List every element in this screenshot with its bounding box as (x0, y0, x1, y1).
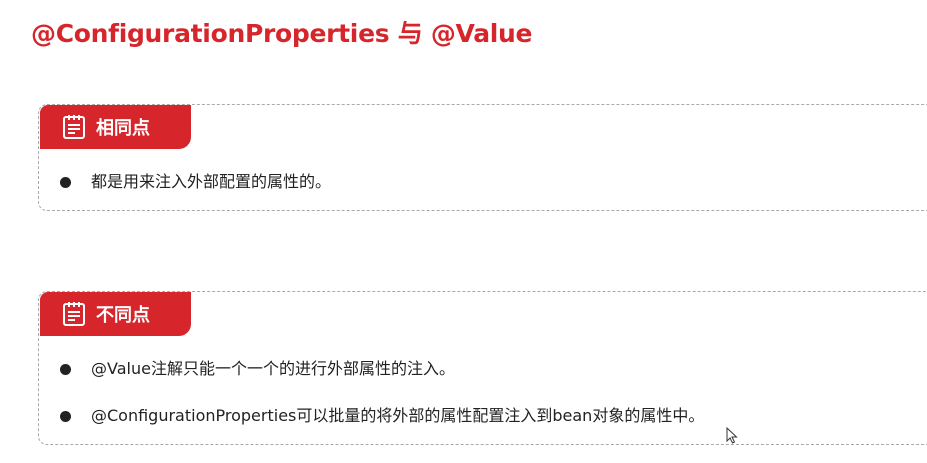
differences-label: 不同点 (96, 305, 150, 326)
list-item: @ConfigurationProperties可以批量的将外部的属性配置注入到… (39, 403, 927, 429)
bullet-icon (60, 364, 71, 375)
mouse-cursor-icon (726, 426, 738, 444)
notepad-icon (62, 114, 86, 140)
page-title: @ConfigurationProperties 与 @Value (31, 19, 533, 48)
list-item: @Value注解只能一个一个的进行外部属性的注入。 (39, 356, 927, 382)
differences-tag: 不同点 (40, 292, 191, 336)
bullet-icon (60, 177, 71, 188)
list-item: 都是用来注入外部配置的属性的。 (39, 169, 927, 195)
differences-card: 不同点 @Value注解只能一个一个的进行外部属性的注入。 @Configura… (38, 291, 927, 445)
similarities-card: 相同点 都是用来注入外部配置的属性的。 (38, 104, 927, 211)
list-item-text: 都是用来注入外部配置的属性的。 (91, 172, 332, 191)
list-item-text: @Value注解只能一个一个的进行外部属性的注入。 (91, 359, 455, 378)
bullet-icon (60, 411, 71, 422)
notepad-icon (62, 301, 86, 327)
similarities-list: 都是用来注入外部配置的属性的。 (39, 169, 927, 195)
list-item-text: @ConfigurationProperties可以批量的将外部的属性配置注入到… (91, 406, 705, 425)
similarities-tag: 相同点 (40, 105, 191, 149)
differences-list: @Value注解只能一个一个的进行外部属性的注入。 @Configuration… (39, 356, 927, 429)
similarities-label: 相同点 (96, 118, 150, 139)
